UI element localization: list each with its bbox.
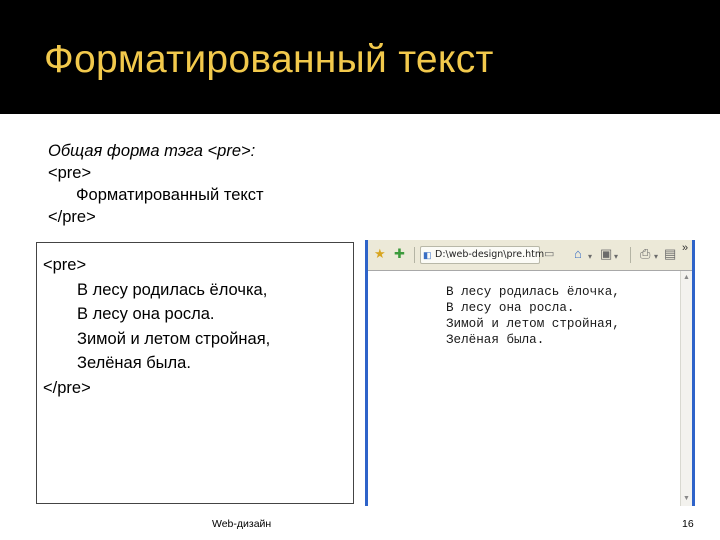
code-line-4: Зелёная была. [77, 354, 191, 372]
page-menu-icon[interactable]: ▤ [664, 247, 676, 261]
browser-tab[interactable]: ◧ D:\web-design\pre.htm [420, 246, 544, 264]
general-form-intro: Общая форма тэга <pre>: [48, 142, 256, 160]
toolbar-separator [630, 247, 631, 263]
code-line-2: В лесу она росла. [77, 305, 215, 323]
page-icon: ◧ [423, 250, 432, 260]
chevron-down-icon[interactable]: ▾ [654, 250, 658, 264]
scroll-up-icon[interactable]: ▲ [683, 274, 690, 282]
toolbar-overflow-icon[interactable]: » [682, 241, 688, 255]
page-number: 16 [682, 518, 694, 530]
vertical-scrollbar[interactable]: ▲ ▼ [680, 271, 692, 506]
code-line-1: В лесу родилась ёлочка, [77, 280, 268, 299]
printer-icon[interactable]: ⎙ [640, 247, 650, 261]
general-form-open-tag: <pre> [48, 164, 92, 182]
code-close-tag: </pre> [43, 378, 91, 397]
general-form-description: Общая форма тэга <pre>: <pre> Форматиров… [48, 140, 264, 228]
star-icon[interactable]: ★ [374, 247, 386, 261]
example-code-box: <pre> В лесу родилась ёлочка, В лесу она… [36, 242, 354, 504]
chevron-down-icon[interactable]: ▾ [614, 250, 618, 264]
general-form-content: Форматированный текст [76, 186, 264, 204]
footer-text: Web-дизайн [212, 518, 272, 530]
slide-title: Форматированный текст [44, 38, 494, 81]
browser-toolbar: ★ ✚ ◧ D:\web-design\pre.htm ▭ ⌂ ▾ ▣ ▾ ⎙ … [368, 240, 692, 271]
rendered-preformatted-text: В лесу родилась ёлочка, В лесу она росла… [446, 285, 620, 347]
browser-screenshot: ★ ✚ ◧ D:\web-design\pre.htm ▭ ⌂ ▾ ▣ ▾ ⎙ … [365, 240, 695, 506]
toolbar-separator [414, 247, 415, 263]
scroll-down-icon[interactable]: ▼ [683, 495, 690, 503]
new-tab-icon[interactable]: ▭ [544, 247, 554, 261]
code-open-tag: <pre> [43, 256, 87, 274]
code-line-3: Зимой и летом стройная, [77, 329, 271, 348]
chevron-down-icon[interactable]: ▾ [588, 250, 592, 264]
general-form-close-tag: </pre> [48, 208, 96, 226]
add-favorite-icon[interactable]: ✚ [394, 247, 405, 261]
feeds-icon[interactable]: ▣ [600, 247, 612, 261]
browser-tab-title: D:\web-design\pre.htm [435, 249, 545, 260]
title-bar: Форматированный текст [0, 0, 720, 114]
home-icon[interactable]: ⌂ [574, 247, 582, 261]
